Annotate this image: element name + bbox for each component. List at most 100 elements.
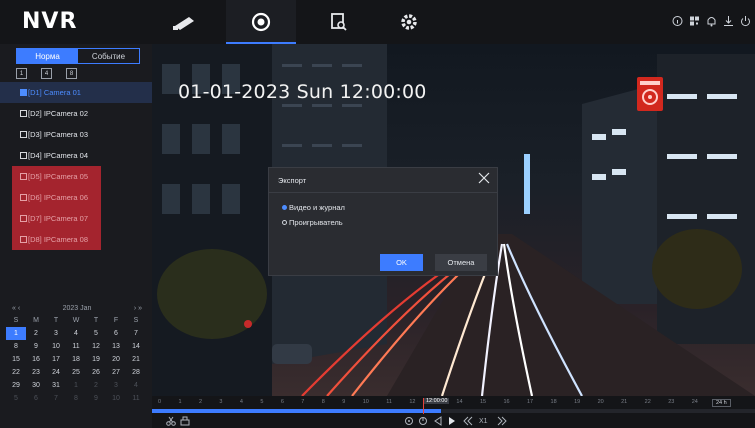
camera-list-item[interactable]: [D8] IPCamera 08 <box>12 229 101 250</box>
timeline-hour-label: 2 <box>198 399 202 405</box>
calendar-day[interactable]: 29 <box>6 379 26 392</box>
weekday-label: W <box>72 317 80 324</box>
power-icon[interactable] <box>740 14 751 27</box>
calendar-day: 8 <box>74 395 78 402</box>
checkbox-icon[interactable] <box>20 131 27 138</box>
split-1-button[interactable]: 1 <box>16 68 27 79</box>
reverse-play-icon <box>434 416 442 426</box>
ok-button[interactable]: OK <box>380 254 423 271</box>
fast-forward-button[interactable] <box>497 416 507 426</box>
checkbox-icon[interactable] <box>20 89 27 96</box>
checkbox-icon[interactable] <box>20 173 27 180</box>
checkbox-icon[interactable] <box>20 236 27 243</box>
option-video-and-log[interactable]: Видео и журнал <box>282 203 345 212</box>
calendar-day[interactable]: 1 <box>6 327 26 340</box>
calendar-day[interactable]: 3 <box>46 327 66 340</box>
export-button[interactable] <box>180 416 190 426</box>
reverse-play-button[interactable] <box>434 416 442 426</box>
timeline-hour-label: 5 <box>260 399 264 405</box>
play-button[interactable] <box>448 416 456 426</box>
camera-list-item[interactable]: [D6] IPCamera 06 <box>12 187 101 208</box>
tab-normal[interactable]: Норма <box>17 49 78 63</box>
camera-label: [D2] IPCamera 02 <box>28 109 89 118</box>
calendar-day[interactable]: 9 <box>26 340 46 353</box>
notification-bell-icon[interactable] <box>706 14 717 27</box>
calendar-day[interactable]: 11 <box>66 340 86 353</box>
camera-list-item[interactable]: [D4] IPCamera 04 <box>14 145 138 166</box>
sound-button[interactable] <box>404 416 414 426</box>
calendar-day[interactable]: 24 <box>46 366 66 379</box>
weekday-label: S <box>133 317 139 324</box>
calendar-day[interactable]: 27 <box>106 366 126 379</box>
calendar-day[interactable]: 7 <box>126 327 146 340</box>
calendar-day[interactable]: 23 <box>26 366 46 379</box>
camera-list-item[interactable]: [D1] Camera 01 <box>0 82 152 103</box>
tab-event[interactable]: Событие <box>78 49 139 63</box>
camera-list-item[interactable]: [D7] IPCamera 07 <box>12 208 101 229</box>
gear-icon <box>401 14 417 30</box>
info-icon[interactable] <box>672 14 683 26</box>
calendar-day[interactable]: 4 <box>66 327 86 340</box>
checkbox-icon[interactable] <box>20 194 27 201</box>
calendar-day: 2 <box>94 382 98 389</box>
playback-timeline[interactable]: 0123456789101112131415161718192021222324… <box>152 396 755 428</box>
close-button[interactable] <box>477 171 491 185</box>
checkbox-icon[interactable] <box>20 110 27 117</box>
calendar-prev-button[interactable]: « ‹ <box>12 305 20 312</box>
calendar-day[interactable]: 13 <box>106 340 126 353</box>
slow-button[interactable] <box>463 416 473 426</box>
timeline-zoom-select[interactable]: 24 h <box>712 399 731 407</box>
calendar-day[interactable]: 20 <box>106 353 126 366</box>
calendar-day[interactable]: 22 <box>6 366 26 379</box>
playback-tab[interactable] <box>226 0 296 44</box>
file-search-tab[interactable] <box>304 0 374 44</box>
split-8-button[interactable]: 8 <box>66 68 77 79</box>
checkbox-icon[interactable] <box>20 215 27 222</box>
calendar-day[interactable]: 30 <box>26 379 46 392</box>
speed-label: X1 <box>479 417 488 425</box>
camera-list-item[interactable]: [D5] IPCamera 05 <box>12 166 101 187</box>
settings-tab[interactable] <box>374 0 444 44</box>
weekday-label: M <box>33 317 39 324</box>
timeline-hour-label: 17 <box>527 399 534 405</box>
clip-button[interactable] <box>166 416 176 426</box>
cancel-button[interactable]: Отмена <box>435 254 487 271</box>
calendar-day[interactable]: 16 <box>26 353 46 366</box>
calendar-day[interactable]: 6 <box>106 327 126 340</box>
camera-list-item[interactable]: [D2] IPCamera 02 <box>14 103 138 124</box>
timeline-hour-label: 21 <box>621 399 628 405</box>
dialog-title: Экспорт <box>278 176 307 185</box>
calendar-next-button[interactable]: › » <box>134 305 142 312</box>
record-type-tabs: Норма Событие <box>16 48 140 64</box>
calendar: « ‹ 2023 Jan › » S M T W T F S 1 2 3 4 5 6 7 8 9 10 11 12 1… <box>6 302 148 405</box>
calendar-day[interactable]: 18 <box>66 353 86 366</box>
calendar-day[interactable]: 8 <box>6 340 26 353</box>
calendar-day[interactable]: 26 <box>86 366 106 379</box>
timeline-cursor-label: 12:00:00 <box>424 398 450 404</box>
checkbox-icon[interactable] <box>20 152 27 159</box>
calendar-day[interactable]: 12 <box>86 340 106 353</box>
export-dialog: Экспорт Видео и журнал Проигрыватель OK … <box>268 167 498 276</box>
calendar-day[interactable]: 14 <box>126 340 146 353</box>
split-4-button[interactable]: 4 <box>41 68 52 79</box>
timeline-hour-label: 14 <box>456 399 463 405</box>
live-view-tab[interactable] <box>150 0 220 44</box>
calendar-day[interactable]: 17 <box>46 353 66 366</box>
calendar-day[interactable]: 5 <box>86 327 106 340</box>
calendar-day: 1 <box>74 382 78 389</box>
camera-label: [D3] IPCamera 03 <box>28 130 89 139</box>
qr-code-icon[interactable] <box>689 14 700 26</box>
calendar-day[interactable]: 19 <box>86 353 106 366</box>
option-player[interactable]: Проигрыватель <box>282 218 343 227</box>
calendar-day[interactable]: 2 <box>26 327 46 340</box>
calendar-day[interactable]: 15 <box>6 353 26 366</box>
camera-list-item[interactable]: [D3] IPCamera 03 <box>14 124 138 145</box>
snapshot-button[interactable] <box>418 416 428 426</box>
calendar-day[interactable]: 21 <box>126 353 146 366</box>
calendar-day[interactable]: 28 <box>126 366 146 379</box>
calendar-day[interactable]: 31 <box>46 379 66 392</box>
camera-label: [D6] IPCamera 06 <box>28 193 89 202</box>
calendar-day[interactable]: 25 <box>66 366 86 379</box>
download-icon[interactable] <box>723 14 734 26</box>
calendar-day[interactable]: 10 <box>46 340 66 353</box>
